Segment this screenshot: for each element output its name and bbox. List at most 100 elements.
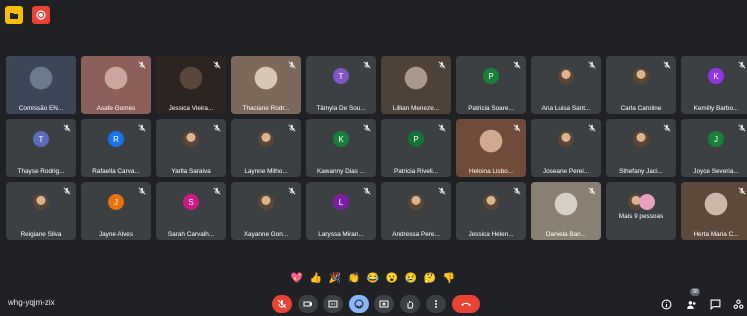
participant-tile[interactable]: Laynne Milho...	[231, 119, 301, 177]
mic-muted-icon	[363, 187, 371, 195]
participant-tile[interactable]: K Kemilly Barbo...	[681, 56, 747, 114]
participant-avatar: R	[108, 131, 124, 147]
participant-tile[interactable]: Reigiane Silva	[6, 182, 76, 240]
participant-tile[interactable]: J Jayne Alves	[81, 182, 151, 240]
participant-tile[interactable]: Heloina Lisbo...	[456, 119, 526, 177]
reaction-thumbs-down-icon[interactable]: 👎	[441, 270, 457, 286]
participant-tile[interactable]: Xayanne Gon...	[231, 182, 301, 240]
leave-call-button[interactable]	[452, 295, 480, 313]
end-call-icon	[461, 302, 471, 306]
participant-tile[interactable]: Herta Maria C...	[681, 182, 747, 240]
captions-icon	[328, 300, 338, 308]
more-options-button[interactable]	[426, 295, 446, 313]
chat-button[interactable]	[707, 296, 723, 312]
reaction-clap-icon[interactable]: 👏	[346, 270, 362, 286]
mic-muted-icon	[63, 124, 71, 132]
participant-tile[interactable]: P Patricia Soare...	[456, 56, 526, 114]
participant-tile[interactable]: Comissão EN...	[6, 56, 76, 114]
participant-avatar: T	[333, 68, 349, 84]
mic-muted-icon	[363, 61, 371, 69]
reaction-party-icon[interactable]: 🎉	[327, 270, 343, 286]
participant-tile[interactable]: T Thayse Rodrig...	[6, 119, 76, 177]
participant-name: Thayse Rodrig...	[17, 168, 65, 175]
emoji-button[interactable]	[349, 295, 369, 313]
record-icon[interactable]	[32, 6, 50, 24]
participant-tile[interactable]: Sthefany Jaci...	[606, 119, 676, 177]
participant-tile[interactable]: Daniela Ban...	[531, 182, 601, 240]
reaction-thinking-icon[interactable]: 🤔	[422, 270, 438, 286]
participant-tile[interactable]: Jessica Helen...	[456, 182, 526, 240]
reaction-laugh-icon[interactable]: 😂	[365, 270, 381, 286]
participant-tile[interactable]: S Sarah Carvalh...	[156, 182, 226, 240]
participant-tile[interactable]: Mais 9 pessoas	[606, 182, 676, 240]
meeting-info-button[interactable]	[658, 296, 674, 312]
bottom-bar: whg-yqjm-zix 38	[0, 288, 747, 316]
participant-tile[interactable]: Jessica Vieira...	[156, 56, 226, 114]
people-button[interactable]	[683, 296, 699, 312]
mic-muted-icon	[588, 61, 596, 69]
reaction-sad-icon[interactable]: 😢	[403, 270, 419, 286]
participant-tile[interactable]: J Joyce Severia...	[681, 119, 747, 177]
participant-avatar	[639, 194, 655, 210]
participant-tile[interactable]: R Rafaella Carva...	[81, 119, 151, 177]
participant-name: Jessica Vieira...	[168, 105, 214, 112]
participant-avatar: J	[708, 131, 724, 147]
mic-muted-icon	[513, 61, 521, 69]
info-icon	[661, 299, 671, 309]
participant-tile[interactable]: Yarlla Saraiva	[156, 119, 226, 177]
folder-icon[interactable]	[5, 6, 23, 24]
participant-tile[interactable]: Andressa Pere...	[381, 182, 451, 240]
participant-photo	[408, 194, 424, 210]
participant-avatar: K	[708, 68, 724, 84]
activities-button[interactable]	[730, 296, 746, 312]
mic-muted-icon	[213, 124, 221, 132]
participant-tile[interactable]: Lillian Meneze...	[381, 56, 451, 114]
participant-name: Joyce Severia...	[693, 168, 739, 175]
participant-name: Ana Luisa Sant...	[541, 105, 591, 112]
captions-button[interactable]	[323, 295, 343, 313]
participant-name: Daniela Ban...	[545, 231, 587, 238]
raise-hand-icon	[407, 301, 414, 309]
mic-muted-icon	[363, 124, 371, 132]
participant-name: Kemilly Barbo...	[693, 105, 739, 112]
mic-muted-icon	[513, 187, 521, 195]
participant-tile[interactable]: L Laryssa Miran...	[306, 182, 376, 240]
participant-tile[interactable]: P Patricia Riveli...	[381, 119, 451, 177]
participant-photo	[33, 194, 49, 210]
participant-tile[interactable]: K Kawanny Dias ...	[306, 119, 376, 177]
participant-tile[interactable]: Asafe Gomes	[81, 56, 151, 114]
mic-muted-icon	[738, 61, 746, 69]
present-button[interactable]	[374, 295, 394, 313]
participant-name: Heloina Lisbo...	[468, 168, 514, 175]
participant-name: Tâmyla De Sou...	[316, 105, 366, 112]
participant-tile[interactable]: Carla Caroline	[606, 56, 676, 114]
mic-muted-icon	[213, 187, 221, 195]
mic-muted-icon	[288, 187, 296, 195]
participant-avatar: S	[183, 194, 199, 210]
participant-name: Yarlla Saraiva	[171, 168, 211, 175]
participant-name: Comissão EN...	[18, 105, 64, 112]
participant-avatar: T	[33, 131, 49, 147]
activities-icon	[733, 299, 743, 309]
present-icon	[379, 300, 389, 308]
participant-tile[interactable]: Ana Luisa Sant...	[531, 56, 601, 114]
participant-avatar: J	[108, 194, 124, 210]
participant-name: Asafe Gomes	[96, 105, 136, 112]
participant-name: Sthefany Jaci...	[619, 168, 663, 175]
reaction-thumbs-up-icon[interactable]: 👍	[308, 270, 324, 286]
mic-muted-icon	[438, 187, 446, 195]
participant-count-badge: 38	[690, 288, 701, 296]
participant-tile[interactable]: Joseane Perei...	[531, 119, 601, 177]
participant-name: Xayanne Gon...	[243, 231, 289, 238]
mic-muted-icon	[588, 187, 596, 195]
mic-toggle-button[interactable]	[272, 295, 292, 313]
reaction-surprised-icon[interactable]: 😮	[384, 270, 400, 286]
chat-icon	[710, 299, 720, 310]
reaction-heart-icon[interactable]: 💖	[289, 270, 305, 286]
participant-tile[interactable]: T Tâmyla De Sou...	[306, 56, 376, 114]
camera-toggle-button[interactable]	[298, 295, 318, 313]
more-icon	[435, 300, 437, 308]
raise-hand-button[interactable]	[400, 295, 420, 313]
mic-muted-icon	[663, 124, 671, 132]
participant-tile[interactable]: Thaciane Rodr...	[231, 56, 301, 114]
